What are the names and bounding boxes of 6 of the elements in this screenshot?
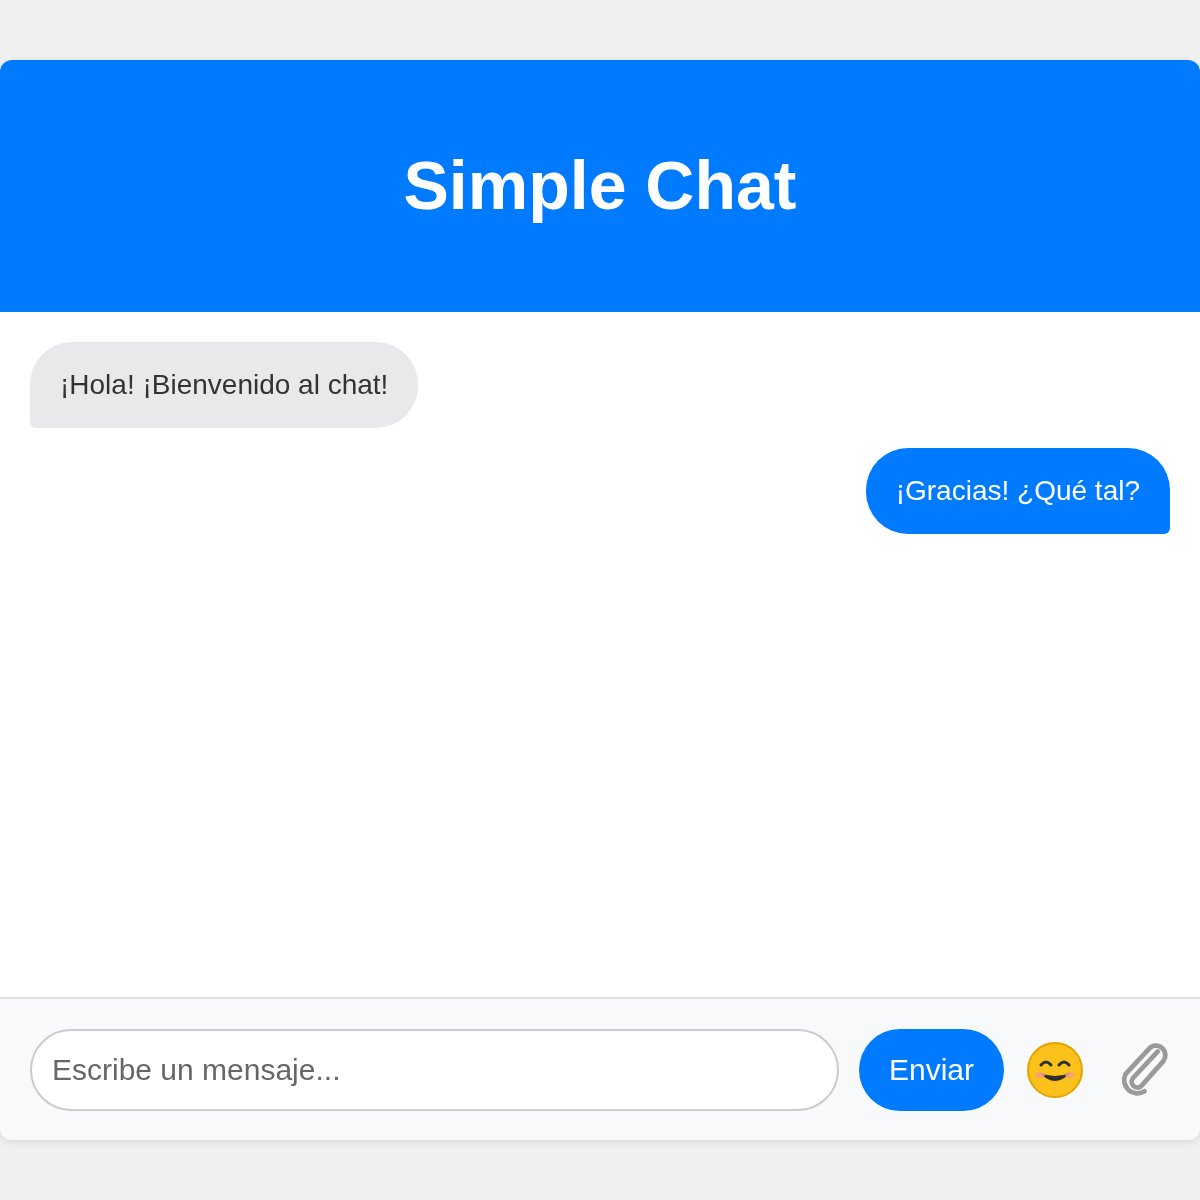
received-message: ¡Hola! ¡Bienvenido al chat! bbox=[30, 342, 419, 428]
send-button[interactable]: Enviar bbox=[858, 1028, 1004, 1111]
message-input[interactable]: Escribe un mensaje... bbox=[30, 1028, 839, 1111]
smiley-icon[interactable] bbox=[1026, 1040, 1084, 1099]
chat-title: Simple Chat bbox=[403, 146, 797, 226]
sent-message: ¡Gracias! ¿Qué tal? bbox=[865, 448, 1170, 534]
